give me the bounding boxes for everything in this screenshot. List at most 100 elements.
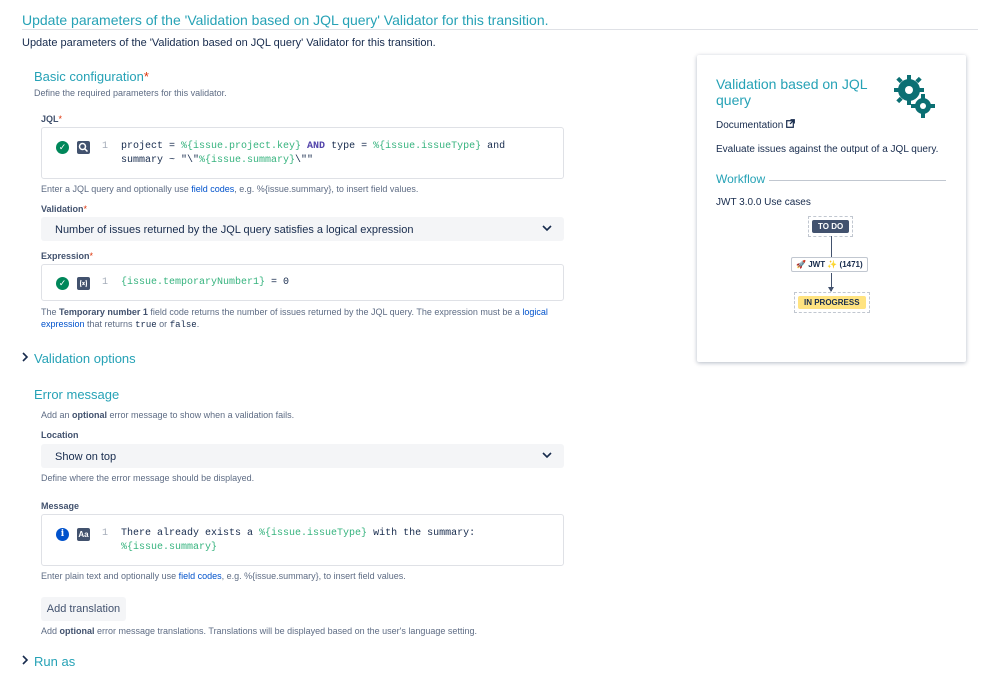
- basic-config-title: Basic configuration*: [34, 69, 149, 84]
- message-label: Message: [41, 501, 80, 511]
- check-circle-icon: ✓: [56, 277, 69, 290]
- desc-text: Add an: [41, 410, 73, 420]
- message-help: Enter plain text and optionally use fiel…: [41, 570, 406, 582]
- transition-id: (1471): [839, 260, 863, 269]
- page-subtitle: Update parameters of the 'Validation bas…: [22, 37, 436, 49]
- location-select-value: Show on top: [55, 451, 117, 463]
- translation-help: Add optional error message translations.…: [41, 625, 477, 637]
- field-codes-link[interactable]: field codes: [179, 571, 222, 581]
- info-panel: Validation based on JQL query Documentat…: [697, 55, 966, 362]
- location-select[interactable]: Show on top: [41, 444, 564, 468]
- expression-editor[interactable]: ✓ 1 {issue.temporaryNumber1} = 0: [41, 264, 564, 301]
- documentation-text: Documentation: [716, 120, 784, 131]
- code-token: type =: [331, 141, 374, 152]
- field-code-token: %{issue.issueType}: [373, 141, 482, 152]
- status-lozenge: TO DO: [812, 220, 850, 233]
- required-mark: *: [83, 204, 88, 214]
- help-text: that returns: [84, 319, 136, 329]
- logical-expression-link[interactable]: logical: [522, 307, 548, 317]
- code-token: and: [481, 141, 506, 152]
- basic-config-title-text: Basic configuration: [34, 69, 144, 84]
- chevron-down-icon: [540, 221, 554, 238]
- expression-code: {issue.temporaryNumber1} = 0: [121, 276, 289, 290]
- workflow-status-in-progress: IN PROGRESS: [794, 292, 870, 313]
- rocket-icon: 🚀: [796, 260, 806, 269]
- documentation-link[interactable]: Documentation: [716, 119, 795, 131]
- expression-icon[interactable]: [77, 277, 90, 290]
- error-message-description: Add an optional error message to show wh…: [41, 410, 294, 420]
- panel-title: Validation based on JQL query: [716, 76, 867, 108]
- external-link-icon: [786, 119, 795, 131]
- help-text: error message translations. Translations…: [94, 626, 477, 636]
- text-format-icon[interactable]: Aa: [77, 528, 90, 541]
- basic-config-description: Define the required parameters for this …: [34, 88, 227, 98]
- workflow-divider: [769, 180, 946, 181]
- expression-label-text: Expression: [41, 251, 90, 261]
- magic-wand-icon: ✨: [827, 260, 838, 269]
- jql-label: JQL*: [41, 114, 62, 124]
- location-label: Location: [41, 430, 79, 440]
- help-text: , e.g. %{issue.summary}, to insert field…: [221, 571, 406, 581]
- jql-label-text: JQL: [41, 114, 59, 124]
- code-token: project =: [121, 141, 182, 152]
- workflow-status-todo: TO DO: [808, 216, 854, 237]
- status-lozenge: IN PROGRESS: [798, 296, 866, 309]
- chevron-right-icon: [21, 655, 29, 668]
- help-code: true: [135, 320, 157, 330]
- expression-help: The Temporary number 1 field code return…: [41, 306, 571, 331]
- field-code-token: %{issue.issueType}: [259, 528, 368, 539]
- validation-select-value: Number of issues returned by the JQL que…: [55, 224, 414, 236]
- info-icon: i: [56, 528, 69, 541]
- code-token: with the summary:: [367, 528, 476, 539]
- gears-icon: [890, 73, 938, 126]
- validation-select[interactable]: Number of issues returned by the JQL que…: [41, 217, 564, 241]
- help-text: Enter a JQL query and optionally use: [41, 184, 192, 194]
- logical-expression-link[interactable]: expression: [41, 319, 85, 329]
- run-as-title: Run as: [34, 654, 76, 669]
- use-cases-label: JWT 3.0.0 Use cases: [716, 197, 811, 208]
- page-heading: Update parameters of the 'Validation bas…: [22, 12, 549, 28]
- help-text: The: [41, 307, 60, 317]
- help-text: Add: [41, 626, 60, 636]
- field-code-token: {issue.temporaryNumber1}: [121, 277, 266, 288]
- workflow-transition: 🚀 JWT ✨ (1471): [791, 257, 868, 272]
- search-icon[interactable]: [77, 141, 90, 154]
- transition-name: JWT: [808, 260, 826, 269]
- line-number: 1: [102, 528, 109, 539]
- help-text: field code returns the number of issues …: [147, 307, 523, 317]
- run-as-toggle[interactable]: Run as: [22, 654, 76, 669]
- field-code-token: %{issue.summary}: [199, 155, 296, 166]
- jql-code: project = %{issue.project.key} AND type …: [121, 140, 505, 168]
- chevron-right-icon: [21, 352, 29, 365]
- desc-text: error message to show when a validation …: [107, 410, 295, 420]
- line-number: 1: [102, 277, 109, 288]
- required-mark: *: [58, 114, 63, 124]
- error-message-title: Error message: [34, 387, 120, 402]
- validation-label-text: Validation: [41, 204, 84, 214]
- line-number: 1: [102, 141, 109, 152]
- heading-divider: [22, 29, 978, 30]
- required-mark: *: [89, 251, 94, 261]
- code-token: There already exists a: [121, 528, 260, 539]
- chevron-down-icon: [540, 448, 554, 465]
- field-codes-link[interactable]: field codes: [191, 184, 234, 194]
- help-code: false: [169, 320, 197, 330]
- validation-options-toggle[interactable]: Validation options: [22, 351, 136, 366]
- code-token: \"": [295, 155, 314, 166]
- message-editor[interactable]: i Aa 1 There already exists a %{issue.is…: [41, 514, 564, 566]
- code-token: = 0: [265, 277, 290, 288]
- desc-bold: optional: [72, 410, 108, 420]
- help-bold: Temporary number 1: [59, 307, 148, 317]
- field-code-token: %{issue.project.key}: [181, 141, 302, 152]
- code-token: summary ~ "\": [121, 155, 200, 166]
- field-code-token: %{issue.summary}: [121, 542, 218, 553]
- keyword-token: AND: [301, 141, 332, 152]
- validation-options-title: Validation options: [34, 351, 136, 366]
- workflow-connector: [831, 236, 832, 257]
- jql-help: Enter a JQL query and optionally use fie…: [41, 183, 418, 195]
- location-help: Define where the error message should be…: [41, 473, 255, 483]
- help-text: .: [196, 319, 200, 329]
- workflow-heading: Workflow: [716, 172, 766, 186]
- jql-editor[interactable]: ✓ 1 project = %{issue.project.key} AND t…: [41, 127, 564, 179]
- add-translation-button[interactable]: Add translation: [41, 597, 126, 621]
